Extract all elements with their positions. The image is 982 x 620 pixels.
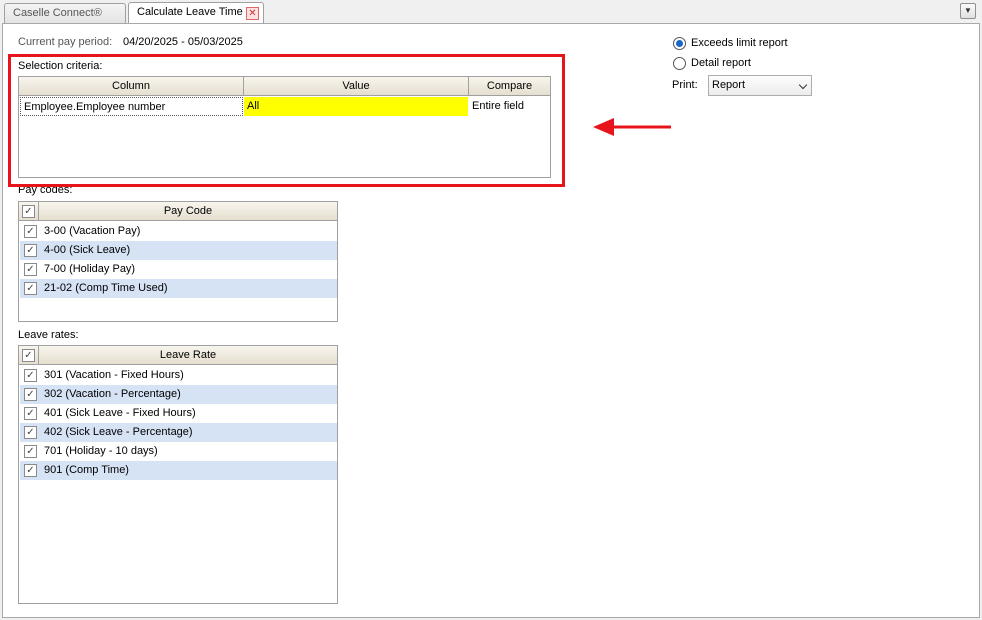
checkbox[interactable]: ✓ bbox=[24, 282, 37, 295]
pay-code-row[interactable]: ✓ 7-00 (Holiday Pay) bbox=[20, 260, 337, 279]
tab-caselle-connect[interactable]: Caselle Connect® bbox=[4, 3, 126, 24]
select-all-leave-rates[interactable]: ✓ bbox=[19, 346, 39, 365]
leave-rate-label: 401 (Sick Leave - Fixed Hours) bbox=[44, 407, 196, 419]
tab-menu-dropdown-icon[interactable]: ▼ bbox=[960, 3, 976, 19]
pay-code-row[interactable]: ✓ 4-00 (Sick Leave) bbox=[20, 241, 337, 260]
checkbox[interactable]: ✓ bbox=[24, 244, 37, 257]
pay-code-row[interactable]: ✓ 3-00 (Vacation Pay) bbox=[20, 222, 337, 241]
pay-code-label: 4-00 (Sick Leave) bbox=[44, 244, 131, 256]
close-icon[interactable]: ✕ bbox=[246, 7, 259, 20]
select-all-checkbox[interactable]: ✓ bbox=[22, 349, 35, 362]
leave-rate-row[interactable]: ✓ 401 (Sick Leave - Fixed Hours) bbox=[20, 404, 337, 423]
print-select-value: Report bbox=[712, 79, 746, 91]
detail-report-label[interactable]: Detail report bbox=[691, 57, 751, 69]
pay-period-label: Current pay period: bbox=[18, 36, 113, 48]
checkbox[interactable]: ✓ bbox=[24, 369, 37, 382]
select-all-checkbox[interactable]: ✓ bbox=[22, 205, 35, 218]
leave-rate-label: 302 (Vacation - Percentage) bbox=[44, 388, 181, 400]
leave-rate-row[interactable]: ✓ 302 (Vacation - Percentage) bbox=[20, 385, 337, 404]
pay-codes-grid: ✓ Pay Code ✓ 3-00 (Vacation Pay) ✓ 4-00 … bbox=[18, 201, 338, 322]
pay-code-label: 3-00 (Vacation Pay) bbox=[44, 225, 141, 237]
pay-code-column-header[interactable]: Pay Code bbox=[39, 202, 337, 221]
pay-period-value: 04/20/2025 - 05/03/2025 bbox=[123, 36, 243, 48]
leave-rate-row[interactable]: ✓ 701 (Holiday - 10 days) bbox=[20, 442, 337, 461]
leave-rate-row[interactable]: ✓ 901 (Comp Time) bbox=[20, 461, 337, 480]
leave-rates-grid: ✓ Leave Rate ✓ 301 (Vacation - Fixed Hou… bbox=[18, 345, 338, 604]
exceeds-limit-radio[interactable] bbox=[673, 37, 686, 50]
tab-bar: Caselle Connect® Calculate Leave Time ✕ … bbox=[0, 0, 982, 24]
checkbox[interactable]: ✓ bbox=[24, 426, 37, 439]
checkbox[interactable]: ✓ bbox=[24, 464, 37, 477]
leave-rate-label: 402 (Sick Leave - Percentage) bbox=[44, 426, 193, 438]
pay-code-label: 7-00 (Holiday Pay) bbox=[44, 263, 136, 275]
annotation-arrow-icon bbox=[593, 118, 671, 136]
checkbox[interactable]: ✓ bbox=[24, 263, 37, 276]
detail-report-radio[interactable] bbox=[673, 57, 686, 70]
tab-label: Calculate Leave Time bbox=[137, 6, 243, 18]
pay-code-label: 21-02 (Comp Time Used) bbox=[44, 282, 168, 294]
tab-calculate-leave-time[interactable]: Calculate Leave Time ✕ bbox=[128, 2, 264, 24]
leave-rate-row[interactable]: ✓ 301 (Vacation - Fixed Hours) bbox=[20, 366, 337, 385]
checkbox[interactable]: ✓ bbox=[24, 225, 37, 238]
checkbox[interactable]: ✓ bbox=[24, 388, 37, 401]
checkbox[interactable]: ✓ bbox=[24, 445, 37, 458]
select-all-pay-codes[interactable]: ✓ bbox=[19, 202, 39, 221]
exceeds-limit-label[interactable]: Exceeds limit report bbox=[691, 37, 788, 49]
leave-rate-column-header[interactable]: Leave Rate bbox=[39, 346, 337, 365]
tab-label: Caselle Connect® bbox=[13, 7, 102, 19]
print-label: Print: bbox=[672, 79, 698, 91]
leave-rates-label: Leave rates: bbox=[18, 329, 79, 341]
leave-rate-label: 701 (Holiday - 10 days) bbox=[44, 445, 158, 457]
leave-rate-row[interactable]: ✓ 402 (Sick Leave - Percentage) bbox=[20, 423, 337, 442]
chevron-down-icon bbox=[798, 80, 808, 90]
leave-rate-label: 301 (Vacation - Fixed Hours) bbox=[44, 369, 184, 381]
leave-rate-label: 901 (Comp Time) bbox=[44, 464, 129, 476]
pay-code-row[interactable]: ✓ 21-02 (Comp Time Used) bbox=[20, 279, 337, 298]
print-select[interactable]: Report bbox=[708, 75, 812, 96]
annotation-highlight-box bbox=[8, 54, 565, 187]
checkbox[interactable]: ✓ bbox=[24, 407, 37, 420]
